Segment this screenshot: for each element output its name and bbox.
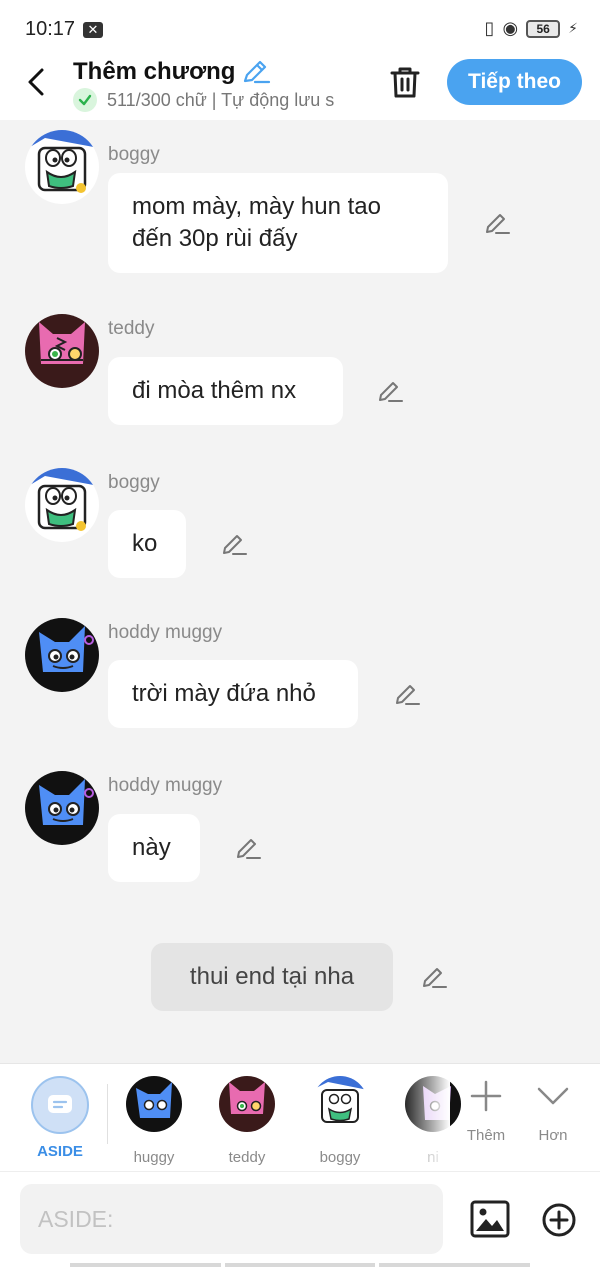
pencil-icon (244, 60, 271, 84)
character-boggy[interactable]: boggy (310, 1076, 370, 1166)
sender-name: boggy (108, 144, 160, 165)
avatar[interactable] (25, 130, 99, 204)
word-count-text: 511/300 chữ | Tự động lưu s (107, 89, 335, 110)
message-text: mom mày, mày hun tao đến 30p rùi đấy (132, 193, 381, 252)
message-text: ko (132, 530, 158, 557)
edit-pencil-icon[interactable] (421, 964, 447, 990)
message-bubble[interactable]: mom mày, mày hun tao đến 30p rùi đấy (108, 173, 448, 273)
avatar (219, 1076, 275, 1132)
edit-pencil-icon[interactable] (484, 210, 510, 236)
character-label: ASIDE (37, 1143, 83, 1160)
battery-icon: 56 (526, 19, 561, 38)
scroll-fade (400, 1064, 450, 1172)
character-label: boggy (319, 1149, 361, 1166)
chevron-down-icon (537, 1087, 569, 1105)
input-bar (0, 1171, 600, 1267)
message-bubble[interactable]: ko (108, 510, 186, 578)
sender-name: teddy (108, 318, 155, 339)
message-text: này (132, 834, 171, 861)
status-time: 10:17 (25, 18, 76, 40)
add-button[interactable] (541, 1202, 577, 1238)
character-teddy[interactable]: teddy (217, 1076, 277, 1166)
character-label: teddy (228, 1149, 266, 1166)
vibrate-icon: ▯ (484, 18, 495, 38)
avatar[interactable] (25, 771, 99, 845)
character-label: huggy (133, 1149, 175, 1166)
status-bar: 10:17 ✕ ▯ ◉ 56 ⚡ (0, 0, 600, 58)
message-bubble[interactable]: trời mày đứa nhỏ (108, 660, 358, 728)
more-button[interactable]: Thêm (456, 1076, 516, 1144)
insert-image-button[interactable] (470, 1200, 510, 1238)
avatar (312, 1076, 368, 1132)
lock-rotation-icon: ◉ (502, 18, 519, 38)
back-button[interactable] (22, 64, 54, 100)
avatar[interactable] (25, 314, 99, 388)
character-selector: ASIDE huggy teddy boggy Thêm Hơn (0, 1063, 600, 1172)
check-icon (73, 88, 97, 112)
save-status: 511/300 chữ | Tự động lưu s (73, 88, 363, 112)
character-aside[interactable]: ASIDE (30, 1076, 90, 1160)
sender-name: boggy (108, 472, 160, 493)
page-title: Thêm chương (73, 58, 236, 85)
aside-chat-icon (31, 1076, 89, 1134)
aside-message-bubble[interactable]: thui end tại nha (151, 943, 393, 1011)
header: Thêm chương 511/300 chữ | Tự động lưu s … (0, 58, 600, 120)
edit-pencil-icon[interactable] (221, 531, 247, 557)
trash-icon (390, 67, 420, 98)
message-input[interactable] (20, 1184, 443, 1254)
character-huggy[interactable]: huggy (124, 1076, 184, 1166)
charging-icon: ⚡ (568, 20, 578, 36)
plus-icon (470, 1080, 502, 1112)
message-list: boggy mom mày, mày hun tao đến 30p rùi đ… (0, 120, 600, 1064)
message-text: trời mày đứa nhỏ (132, 680, 316, 707)
image-icon (470, 1200, 510, 1238)
message-bubble[interactable]: này (108, 814, 200, 882)
collapse-button[interactable]: Hơn (523, 1076, 583, 1144)
divider (107, 1084, 108, 1144)
next-button[interactable]: Tiếp theo (447, 59, 582, 105)
delete-button[interactable] (388, 64, 422, 100)
collapse-label: Hơn (538, 1127, 568, 1144)
keyboard-hint-bar (70, 1263, 531, 1267)
more-label: Thêm (466, 1127, 506, 1144)
back-arrow-icon (28, 68, 44, 96)
sender-name: hoddy muggy (108, 622, 223, 643)
status-icons: ▯ ◉ 56 ⚡ (485, 18, 578, 39)
avatar[interactable] (25, 618, 99, 692)
edit-pencil-icon[interactable] (377, 378, 403, 404)
message-text: đi mòa thêm nx (132, 377, 297, 404)
add-circle-icon (542, 1203, 576, 1237)
notification-x-icon: ✕ (83, 22, 103, 38)
aside-message-text: thui end tại nha (189, 963, 355, 990)
avatar (126, 1076, 182, 1132)
sender-name: hoddy muggy (108, 775, 223, 796)
edit-pencil-icon[interactable] (394, 681, 420, 707)
message-bubble[interactable]: đi mòa thêm nx (108, 357, 343, 425)
title-area[interactable]: Thêm chương (73, 58, 271, 86)
edit-pencil-icon[interactable] (235, 835, 261, 861)
avatar[interactable] (25, 468, 99, 542)
